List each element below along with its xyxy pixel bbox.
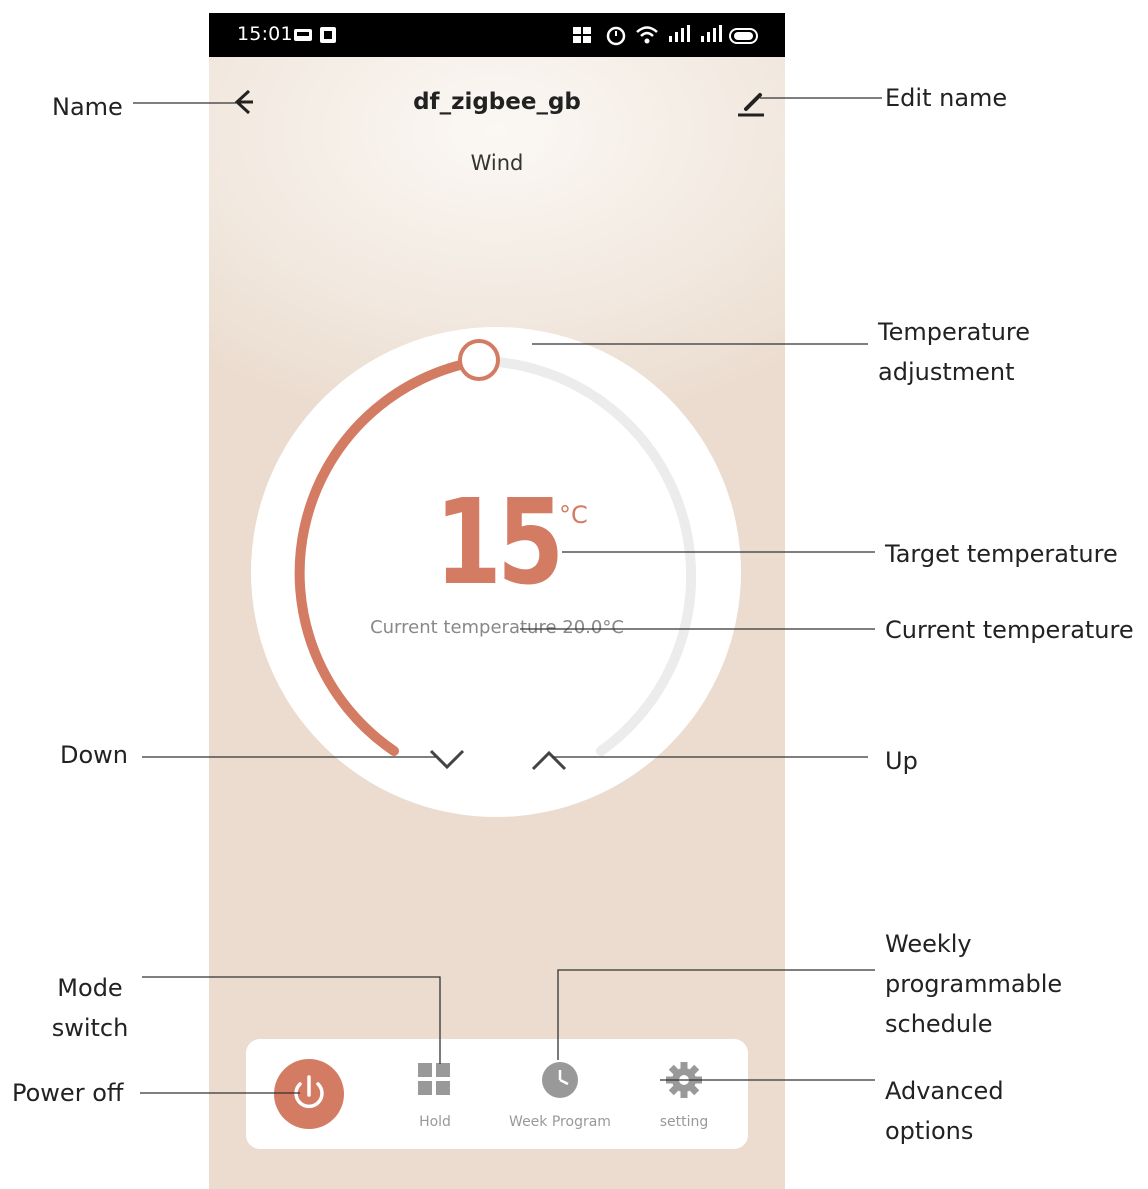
annotation-line-1: Mode: [57, 974, 123, 1002]
annotation-line-2: adjustment: [878, 358, 1015, 386]
annotation-line-2: switch: [51, 1014, 129, 1042]
annotation-up: Up: [885, 747, 918, 775]
annotation-weekly-schedule: Weekly programmable schedule: [885, 924, 1062, 1044]
annotation-target-temperature: Target temperature: [885, 540, 1118, 568]
annotation-down: Down: [60, 741, 129, 769]
annotation-line-1: Advanced: [885, 1077, 1004, 1105]
annotation-edit-name: Edit name: [885, 84, 1008, 112]
annotation-line-2: options: [885, 1117, 974, 1145]
annotation-name: Name: [52, 93, 123, 121]
annotation-line-3: schedule: [885, 1010, 993, 1038]
annotation-mode-switch: Mode switch: [48, 968, 132, 1048]
annotation-line-2: programmable: [885, 970, 1063, 998]
annotation-line-1: Weekly: [885, 930, 972, 958]
annotation-power-off: Power off: [12, 1079, 124, 1107]
annotation-temperature-adjustment: Temperature adjustment: [878, 312, 1030, 392]
annotation-current-temperature: Current temperature: [885, 616, 1134, 644]
annotation-advanced-options: Advanced options: [885, 1071, 1004, 1151]
annotation-line-1: Temperature: [878, 318, 1031, 346]
